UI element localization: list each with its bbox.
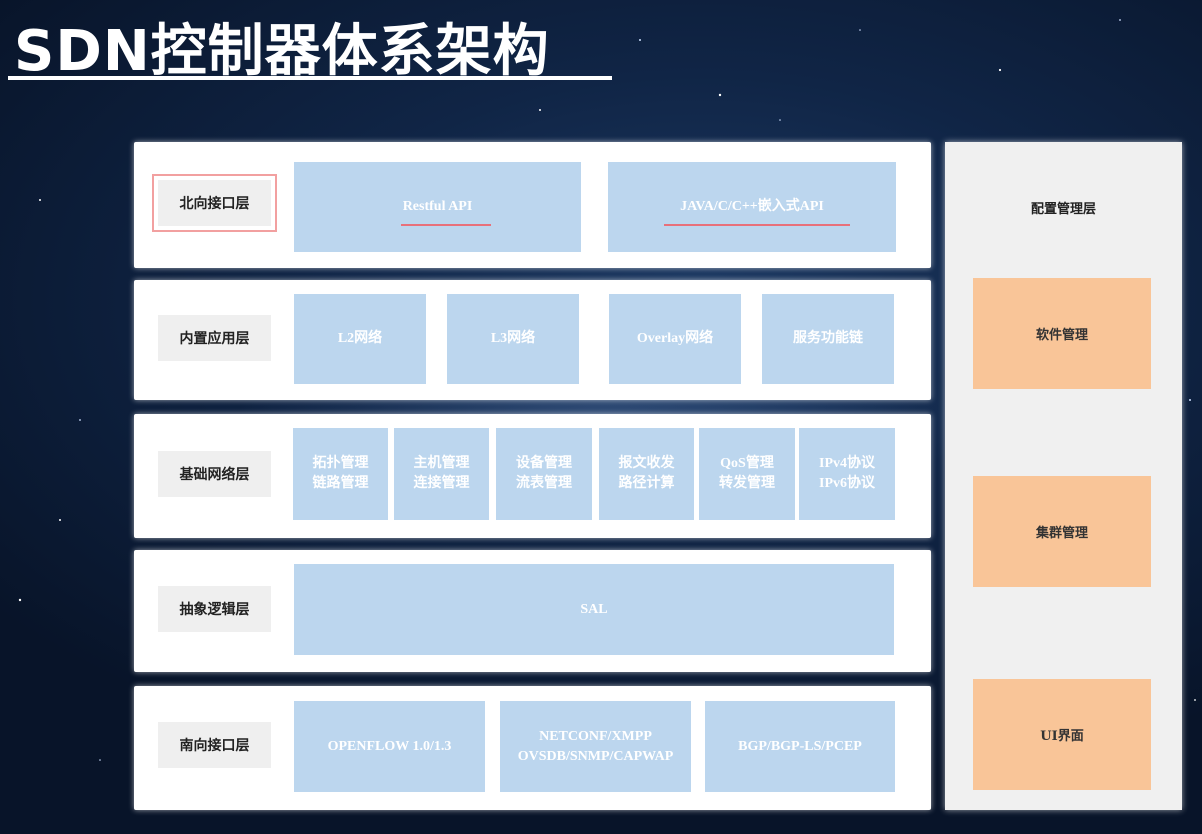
box-line: 连接管理 — [413, 476, 470, 491]
diagram-box-openflow: OPENFLOW 1.0/1.3 — [294, 701, 485, 792]
box-line: 主机管理 — [413, 456, 470, 471]
box-line: 链路管理 — [312, 476, 369, 491]
diagram-box-ip: IPv4协议 IPv6协议 — [799, 428, 895, 520]
title-underline — [8, 76, 612, 80]
diagram-box-sal: SAL — [294, 564, 894, 655]
layer-basic-network: 基础网络层 拓扑管理链路管理 主机管理连接管理 设备管理流表管理 报文收发路径计… — [134, 414, 931, 538]
diagram-box-overlay: Overlay网络 — [609, 294, 741, 384]
box-line: 路径计算 — [618, 476, 675, 491]
box-line: OVSDB/SNMP/CAPWAP — [517, 748, 674, 764]
layer-abstraction: 抽象逻辑层 SAL — [134, 550, 931, 672]
box-line: 转发管理 — [719, 476, 775, 491]
diagram-box-l3: L3网络 — [447, 294, 579, 384]
box-line: 设备管理 — [516, 456, 572, 471]
box-text: JAVA/C/C++嵌入式API — [680, 199, 824, 214]
diagram-box-topology: 拓扑管理 链路管理 — [293, 428, 388, 520]
layer-southbound: 南向接口层 OPENFLOW 1.0/1.3 NETCONF/XMPP OVSDB… — [134, 686, 931, 810]
ui-box: UI界面 — [973, 679, 1151, 790]
diagram-box-restful-api: Restful API — [294, 162, 581, 252]
layer-label: 基础网络层 — [158, 451, 271, 497]
diagram-box-qos: QoS管理转发管理 — [699, 428, 795, 520]
box-line: IPv4协议 — [819, 456, 875, 471]
cluster-management-box: 集群管理 — [973, 476, 1151, 587]
page-title: SDN控制器体系架构 — [14, 19, 550, 84]
layer-label: 北向接口层 — [152, 174, 277, 232]
diagram-box-embedded-api: JAVA/C/C++嵌入式API — [608, 162, 896, 252]
box-line: IPv6协议 — [819, 476, 875, 491]
diagram-box-packet: 报文收发 路径计算 — [599, 428, 694, 520]
box-line: 拓扑管理 — [312, 456, 369, 471]
layer-builtin-apps: 内置应用层 L2网络 L3网络 Overlay网络 服务功能链 — [134, 280, 931, 400]
box-line: QoS管理 — [720, 456, 774, 471]
diagram-box-device: 设备管理 流表管理 — [496, 428, 592, 520]
highlight-underline — [664, 224, 850, 226]
box-line: NETCONF/XMPP — [539, 728, 652, 744]
diagram-box-l2: L2网络 — [294, 294, 426, 384]
config-management-panel: 配置管理层 软件管理 集群管理 UI界面 — [945, 142, 1182, 810]
layer-northbound: 北向接口层 Restful API JAVA/C/C++嵌入式API — [134, 142, 931, 268]
box-text: Restful API — [402, 199, 473, 214]
box-line: 报文收发 — [618, 456, 675, 471]
layer-label: 抽象逻辑层 — [158, 586, 271, 632]
diagram-box-host: 主机管理 连接管理 — [394, 428, 489, 520]
box-line: BGP/BGP-LS/PCEP — [738, 738, 862, 754]
highlight-underline — [401, 224, 491, 226]
diagram-box-sfc: 服务功能链 — [762, 294, 894, 384]
layer-label: 南向接口层 — [158, 722, 271, 768]
diagram-box-netconf: NETCONF/XMPP OVSDB/SNMP/CAPWAP — [500, 701, 691, 792]
diagram-box-bgp: BGP/BGP-LS/PCEP — [705, 701, 895, 792]
box-line: 流表管理 — [516, 476, 572, 491]
side-panel-title: 配置管理层 — [1030, 202, 1096, 217]
layer-label: 内置应用层 — [158, 315, 271, 361]
box-line: OPENFLOW 1.0/1.3 — [327, 738, 452, 754]
software-management-box: 软件管理 — [973, 278, 1151, 389]
